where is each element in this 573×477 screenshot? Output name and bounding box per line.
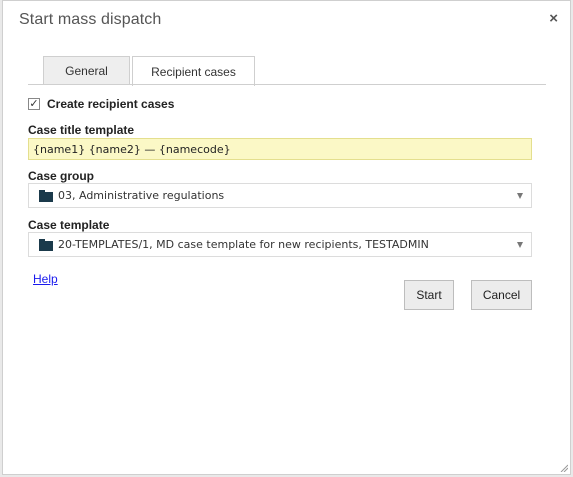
resize-grip-icon[interactable] (560, 464, 568, 472)
case-title-label: Case title template (28, 123, 135, 137)
folder-icon (39, 238, 53, 251)
dialog-title: Start mass dispatch (19, 11, 162, 28)
case-title-input[interactable] (28, 138, 532, 160)
chevron-down-icon[interactable] (517, 193, 523, 199)
folder-icon (39, 189, 53, 202)
cancel-button[interactable]: Cancel (471, 280, 532, 310)
case-group-label: Case group (28, 169, 95, 183)
case-template-value: 20-TEMPLATES/1, MD case template for new… (58, 238, 429, 251)
case-template-select[interactable]: 20-TEMPLATES/1, MD case template for new… (28, 232, 532, 257)
tab-recipient-cases[interactable]: Recipient cases (132, 56, 255, 86)
case-group-value: 03, Administrative regulations (58, 189, 225, 202)
mass-dispatch-dialog: Start mass dispatch × General Recipient … (2, 0, 571, 475)
create-cases-label: Create recipient cases (47, 97, 175, 111)
help-link[interactable]: Help (33, 272, 58, 286)
tab-general[interactable]: General (43, 56, 130, 84)
case-template-label: Case template (28, 218, 110, 232)
start-button[interactable]: Start (404, 280, 454, 310)
case-group-select[interactable]: 03, Administrative regulations (28, 183, 532, 208)
tabs-divider (28, 84, 546, 85)
chevron-down-icon[interactable] (517, 242, 523, 248)
close-icon[interactable]: × (549, 10, 558, 27)
create-cases-checkbox[interactable]: ✓ (28, 98, 40, 110)
create-cases-row[interactable]: ✓ Create recipient cases (28, 97, 174, 111)
